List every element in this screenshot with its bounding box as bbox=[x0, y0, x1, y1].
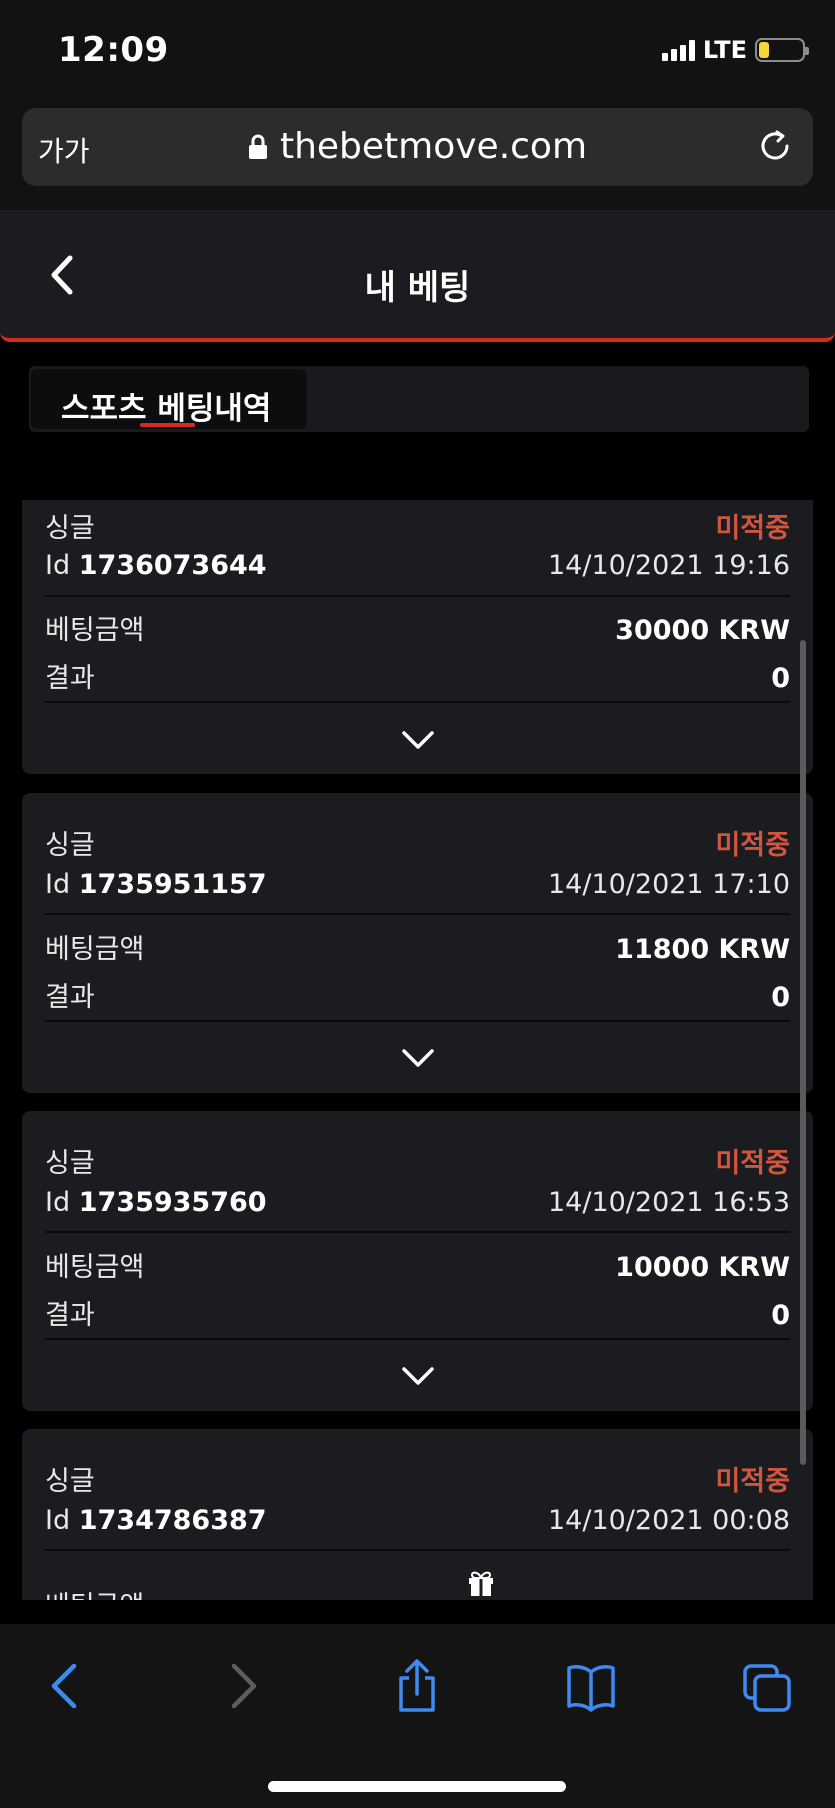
browser-toolbar bbox=[0, 1624, 835, 1808]
reload-icon[interactable] bbox=[755, 126, 795, 166]
bet-card: 싱글 미적중 Id 1735951157 14/10/2021 17:10 베팅… bbox=[22, 793, 813, 1093]
bet-amount: 10000 KRW bbox=[615, 1252, 790, 1283]
divider bbox=[45, 1231, 790, 1233]
bet-datetime: 14/10/2021 16:53 bbox=[547, 1187, 790, 1218]
status-badge: 미적중 bbox=[715, 513, 790, 544]
bet-result: 0 bbox=[771, 982, 790, 1013]
tab-bar: 스포츠 베팅내역 bbox=[29, 366, 809, 432]
battery-icon bbox=[755, 38, 809, 62]
divider bbox=[45, 701, 790, 703]
share-icon[interactable] bbox=[392, 1658, 442, 1714]
back-arrow-icon[interactable] bbox=[40, 1658, 90, 1714]
status-bar: 12:09 LTE bbox=[0, 0, 835, 100]
bet-result: 0 bbox=[771, 663, 790, 694]
url-text: thebetmove.com bbox=[279, 126, 588, 167]
divider bbox=[45, 1338, 790, 1340]
divider bbox=[45, 595, 790, 597]
bet-datetime: 14/10/2021 17:10 bbox=[547, 869, 790, 900]
status-badge: 미적중 bbox=[715, 1148, 790, 1179]
active-tab-indicator bbox=[140, 423, 195, 427]
bet-type: 싱글 bbox=[45, 830, 95, 861]
tabs-icon[interactable] bbox=[742, 1658, 792, 1714]
chevron-down-icon[interactable] bbox=[401, 729, 435, 751]
url-display[interactable]: thebetmove.com bbox=[22, 126, 813, 167]
bet-id: Id 1735935760 bbox=[45, 1187, 267, 1218]
forward-arrow-icon[interactable] bbox=[218, 1658, 268, 1714]
bet-result: 0 bbox=[771, 1300, 790, 1331]
status-badge: 미적중 bbox=[715, 830, 790, 861]
bet-amount: 11800 KRW bbox=[615, 934, 790, 965]
result-label: 결과 bbox=[45, 663, 95, 694]
bet-card: 싱글 미적중 Id 1734786387 14/10/2021 00:08 베팅… bbox=[22, 1429, 813, 1600]
divider bbox=[45, 1549, 790, 1551]
amount-label: 베팅금액 bbox=[45, 934, 145, 965]
network-label: LTE bbox=[702, 36, 747, 64]
bet-id: Id 1734786387 bbox=[45, 1505, 267, 1536]
chevron-down-icon[interactable] bbox=[401, 1365, 435, 1387]
gift-icon[interactable] bbox=[466, 1567, 496, 1597]
bet-datetime: 14/10/2021 00:08 bbox=[547, 1505, 790, 1536]
bet-card: 싱글 미적중 Id 1735935760 14/10/2021 16:53 베팅… bbox=[22, 1111, 813, 1411]
bet-id: Id 1735951157 bbox=[45, 869, 267, 900]
book-icon[interactable] bbox=[566, 1658, 616, 1714]
address-bar[interactable]: 가가 thebetmove.com bbox=[22, 108, 813, 186]
bet-type: 싱글 bbox=[45, 1466, 95, 1497]
tab-label: 스포츠 베팅내역 bbox=[61, 391, 272, 427]
status-time: 12:09 bbox=[58, 30, 169, 70]
home-indicator bbox=[268, 1781, 566, 1792]
divider bbox=[45, 1020, 790, 1022]
signal-icon bbox=[661, 39, 695, 61]
bet-datetime: 14/10/2021 19:16 bbox=[547, 550, 790, 581]
bet-type: 싱글 bbox=[45, 513, 95, 544]
app-header: 내 베팅 bbox=[0, 210, 835, 342]
bet-id: Id 1736073644 bbox=[45, 550, 267, 581]
browser-address-area: 가가 thebetmove.com bbox=[0, 100, 835, 210]
bet-card: 싱글 미적중 Id 1736073644 14/10/2021 19:16 베팅… bbox=[22, 500, 813, 774]
scrollbar[interactable] bbox=[800, 640, 806, 1465]
divider bbox=[45, 913, 790, 915]
bet-list[interactable]: 싱글 미적중 Id 1736073644 14/10/2021 19:16 베팅… bbox=[0, 500, 835, 1600]
amount-label: 베팅금액 bbox=[45, 1252, 145, 1283]
lock-icon bbox=[248, 134, 267, 159]
bet-amount: 30000 KRW bbox=[615, 615, 790, 646]
amount-label: 베팅금액 bbox=[45, 1584, 144, 1600]
bet-type: 싱글 bbox=[45, 1148, 95, 1179]
amount-label: 베팅금액 bbox=[45, 615, 145, 646]
status-indicators: LTE bbox=[661, 36, 809, 64]
chevron-down-icon[interactable] bbox=[401, 1047, 435, 1069]
page-title: 내 베팅 bbox=[364, 268, 471, 308]
result-label: 결과 bbox=[45, 1300, 95, 1331]
tab-sports-bet-history[interactable]: 스포츠 베팅내역 bbox=[31, 369, 307, 429]
status-badge: 미적중 bbox=[715, 1466, 790, 1497]
result-label: 결과 bbox=[45, 982, 95, 1013]
